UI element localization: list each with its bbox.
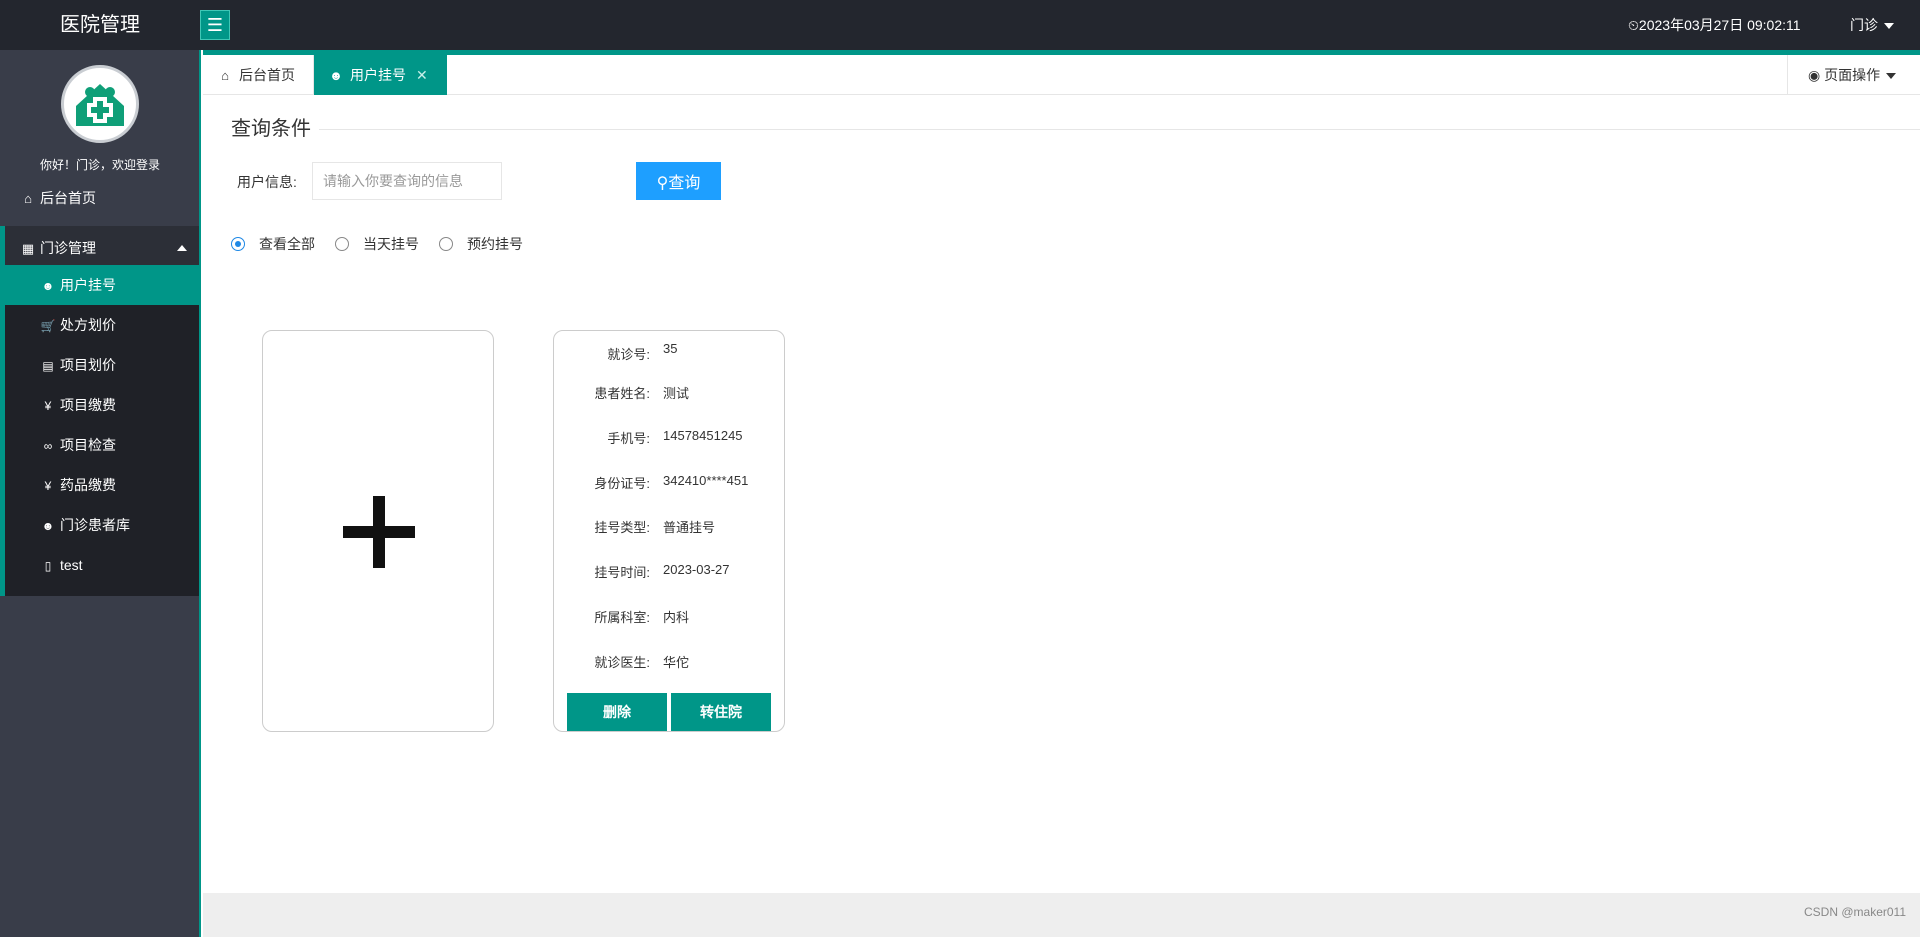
- fieldset-divider: [223, 129, 1920, 130]
- page-operations-menu[interactable]: ◉ 页面操作: [1787, 55, 1920, 95]
- delete-button[interactable]: 删除: [567, 693, 667, 731]
- query-legend: 查询条件: [223, 116, 319, 142]
- welcome-text: 你好！门诊，欢迎登录: [39, 158, 160, 172]
- user-icon: ☻: [41, 519, 55, 533]
- sidebar-item-patient-library[interactable]: ☻ 门诊患者库: [5, 505, 199, 545]
- tab-registration[interactable]: ☻ 用户挂号 ✕: [314, 55, 447, 95]
- cart-icon: 🛒: [40, 319, 56, 333]
- filter-all-radio[interactable]: 查看全部: [231, 234, 315, 254]
- watermark: CSDN @maker011: [1804, 905, 1906, 919]
- user-icon: ☻: [41, 279, 55, 293]
- registration-card: 就诊号: 35 患者姓名: 测试 手机号: 14578451245 身份证号: 3424…: [553, 330, 785, 732]
- avatar: [61, 65, 139, 143]
- sidebar-item-drug-payment[interactable]: ¥ 药品缴费: [5, 465, 199, 505]
- main-content: ⌂后台首页 ☻用户挂号✕ ◉ 页面操作 查询条件 用户信息: ⚲查询 查看全部 …: [203, 50, 1920, 937]
- search-icon: ⚲: [656, 175, 669, 192]
- sidebar-submenu: ☻ 用户挂号 🛒 处方划价 ▤ 项目划价 ¥ 项目缴费 ∞ 项目检查 ¥ 药品缴费 ☻ 门诊患…: [0, 265, 199, 596]
- filter-appointment-radio[interactable]: 预约挂号: [439, 234, 523, 254]
- user-menu[interactable]: 门诊: [1850, 0, 1894, 50]
- tab-bar: ⌂ 后台首页 ☻ 用户挂号 ✕ ◉ 页面操作: [203, 54, 1920, 95]
- tab-home[interactable]: ⌂ 后台首页: [203, 55, 314, 95]
- sidebar: 你好！门诊，欢迎登录 ⌂ 后台首页 ▦ 门诊管理 ☻ 用户挂号 🛒 处方划价 ▤ 项目划价…: [0, 50, 201, 937]
- link-icon: ∞: [43, 439, 53, 453]
- sidebar-item-item-check[interactable]: ∞ 项目检查: [5, 425, 199, 465]
- sidebar-item-item-payment[interactable]: ¥ 项目缴费: [5, 385, 199, 425]
- footer: CSDN @maker011: [203, 893, 1920, 937]
- sidebar-group-outpatient[interactable]: ▦ 门诊管理: [0, 226, 199, 270]
- home-icon: ⌂: [24, 191, 32, 206]
- hospital-logo-icon: [76, 84, 124, 126]
- caret-up-icon: [177, 245, 187, 251]
- user-info-input[interactable]: [312, 162, 502, 200]
- user-icon: ☻: [329, 68, 343, 83]
- radio-unchecked-icon: [335, 237, 349, 251]
- plus-icon-vertical: [373, 496, 385, 568]
- add-registration-card[interactable]: [262, 330, 494, 732]
- sidebar-item-item-pricing[interactable]: ▤ 项目划价: [5, 345, 199, 385]
- caret-down-icon: [1886, 73, 1897, 80]
- sidebar-item-registration[interactable]: ☻ 用户挂号: [5, 265, 199, 305]
- mobile-icon: ▯: [44, 559, 52, 573]
- user-info-label: 用户信息:: [237, 174, 297, 190]
- yen-icon: ¥: [44, 399, 52, 413]
- menu-toggle-button[interactable]: ☰: [200, 10, 230, 40]
- filter-today-radio[interactable]: 当天挂号: [335, 234, 419, 254]
- sidebar-item-home[interactable]: ⌂ 后台首页: [0, 176, 199, 220]
- app-logo: 医院管理: [60, 14, 140, 36]
- target-icon: ◉: [1808, 67, 1821, 83]
- close-icon[interactable]: ✕: [416, 67, 428, 83]
- sidebar-item-prescription-pricing[interactable]: 🛒 处方划价: [5, 305, 199, 345]
- user-name: 门诊: [1850, 17, 1878, 33]
- sidebar-item-test[interactable]: ▯ test: [5, 545, 199, 585]
- home-icon: ⌂: [221, 68, 229, 83]
- yen-icon: ¥: [44, 479, 52, 493]
- radio-checked-icon: [231, 237, 245, 251]
- query-button[interactable]: ⚲查询: [636, 162, 721, 200]
- transfer-inpatient-button[interactable]: 转住院: [671, 693, 771, 731]
- hamburger-icon: ☰: [206, 15, 224, 35]
- top-header: 医院管理 ☰ ⏲2023年03月27日 09:02:11 门诊: [0, 0, 1920, 50]
- radio-unchecked-icon: [439, 237, 453, 251]
- caret-down-icon: [1884, 23, 1894, 30]
- document-icon: ▤: [42, 359, 54, 373]
- current-datetime: ⏲2023年03月27日 09:02:11: [1628, 17, 1801, 33]
